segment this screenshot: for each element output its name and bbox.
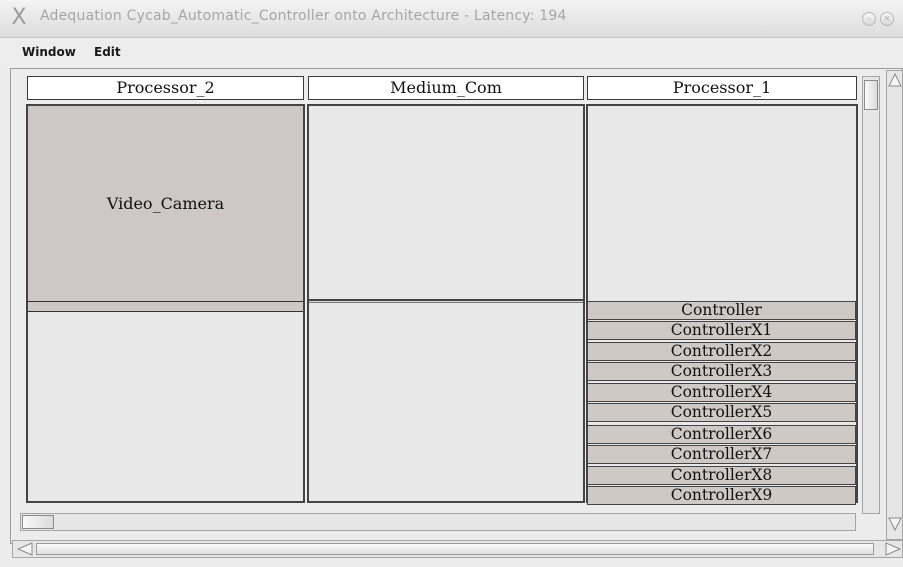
column-header-processor-1: Processor_1 <box>587 76 857 100</box>
column-processor-2: Video_Camera <box>26 104 305 503</box>
triangle-down-icon[interactable] <box>887 516 903 532</box>
operation-controllerx9[interactable]: ControllerX9 <box>587 486 856 505</box>
minimize-icon[interactable]: – <box>862 12 876 26</box>
operation-controllerx2[interactable]: ControllerX2 <box>587 342 856 361</box>
outer-horizontal-scroll-thumb[interactable] <box>36 543 874 555</box>
window-title: Adequation Cycab_Automatic_Controller on… <box>40 8 567 24</box>
inner-horizontal-scroll-thumb[interactable] <box>22 515 54 529</box>
inner-vertical-scrollbar[interactable] <box>862 76 880 514</box>
menu-bar <box>0 38 903 68</box>
operation-controllerx5[interactable]: ControllerX5 <box>587 403 856 422</box>
column-header-medium-com: Medium_Com <box>308 76 584 100</box>
operation-controllerx3[interactable]: ControllerX3 <box>587 362 856 381</box>
operation-controllerx7[interactable]: ControllerX7 <box>587 445 856 464</box>
inner-vertical-scroll-thumb[interactable] <box>864 80 878 110</box>
operation-controller[interactable]: Controller <box>587 301 856 320</box>
operation-controllerx6[interactable]: ControllerX6 <box>587 425 856 444</box>
operation-controllerx1[interactable]: ControllerX1 <box>587 321 856 340</box>
inner-horizontal-scrollbar[interactable] <box>20 513 856 531</box>
menu-window[interactable]: Window <box>22 45 76 59</box>
triangle-up-icon[interactable] <box>887 72 903 88</box>
operation-controllerx8[interactable]: ControllerX8 <box>587 466 856 485</box>
close-icon[interactable]: × <box>880 12 894 26</box>
medium-divider <box>309 299 583 303</box>
menu-edit[interactable]: Edit <box>94 45 121 59</box>
operation-separator <box>28 301 303 312</box>
app-x-icon: X <box>11 5 27 30</box>
column-header-processor-2: Processor_2 <box>27 76 304 100</box>
outer-vertical-scrollbar[interactable] <box>886 70 903 540</box>
operation-video-camera[interactable]: Video_Camera <box>28 106 303 301</box>
column-medium-com <box>307 104 585 503</box>
operation-controllerx4[interactable]: ControllerX4 <box>587 383 856 402</box>
triangle-left-icon[interactable] <box>16 541 34 557</box>
triangle-right-icon[interactable] <box>884 541 902 557</box>
